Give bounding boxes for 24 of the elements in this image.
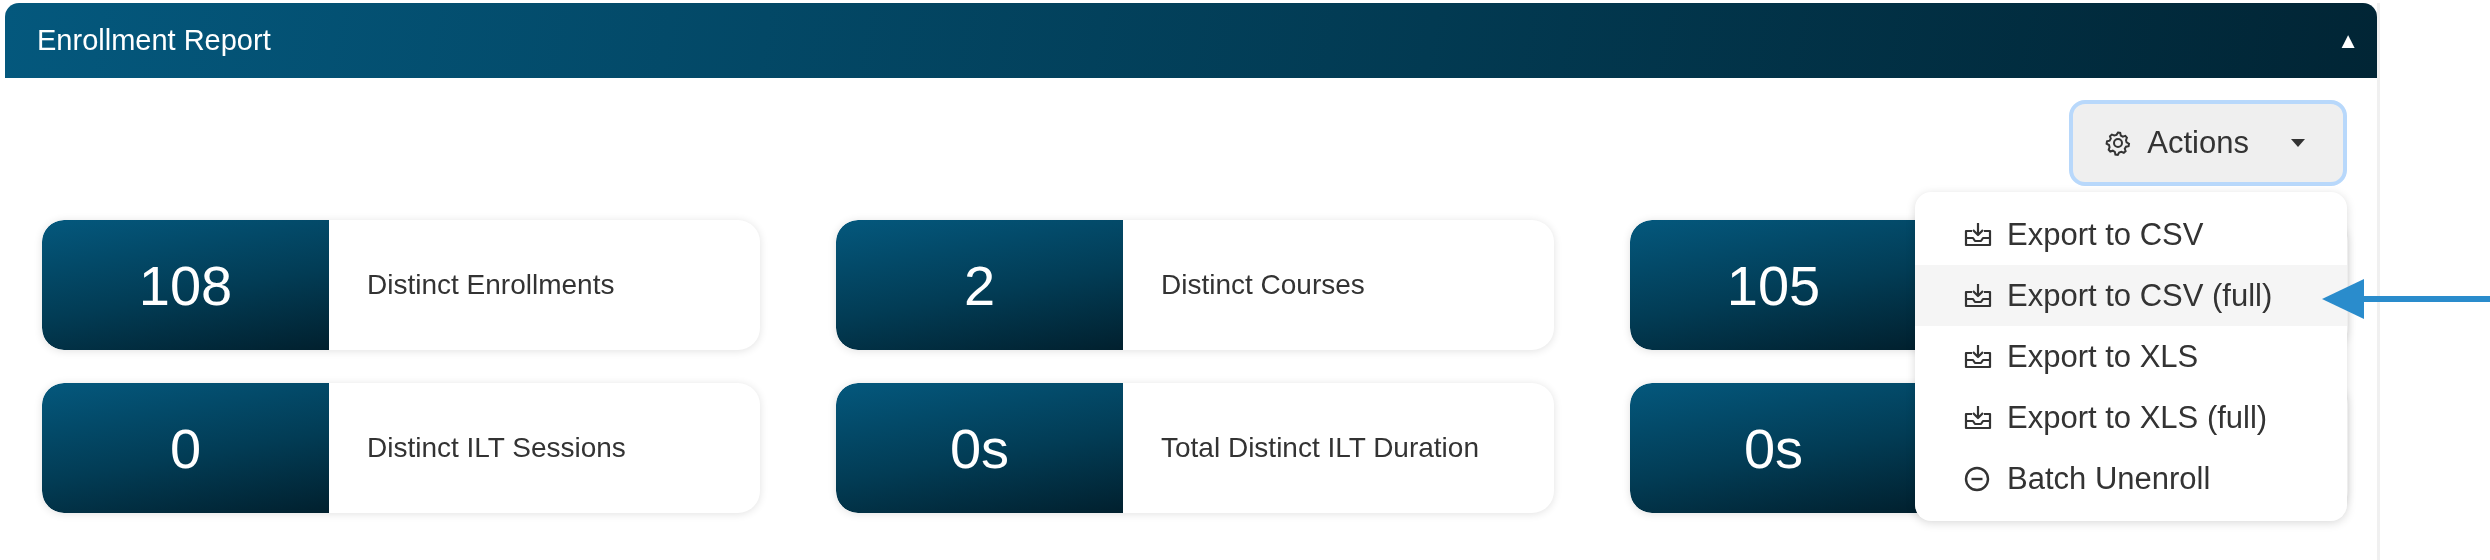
download-tray-icon [1963, 403, 1993, 432]
settings-icon [2105, 130, 2132, 156]
collapse-toggle[interactable]: ▲ [2337, 27, 2359, 54]
stat-value: 105 [1726, 252, 1821, 318]
actions-button[interactable]: Actions [2069, 100, 2347, 186]
stat-value: 0 [169, 415, 202, 481]
menu-item[interactable]: Export to CSV [1915, 204, 2347, 265]
stat-label: Distinct Courses [1161, 269, 1365, 301]
stat-label: Total Distinct ILT Duration [1161, 432, 1479, 464]
stat-label: Distinct Enrollments [367, 269, 615, 301]
stat-value: 2 [963, 252, 996, 318]
menu-item[interactable]: Export to XLS [1915, 326, 2347, 387]
download-tray-icon [1963, 220, 1993, 249]
stat-value: 0s [949, 415, 1010, 481]
stat-label: Distinct ILT Sessions [367, 432, 626, 464]
download-tray-icon [1963, 342, 1993, 371]
menu-item[interactable]: Export to CSV (full) [1915, 265, 2347, 326]
panel-title: Enrollment Report [37, 24, 271, 57]
menu-item[interactable]: Batch Unenroll [1915, 448, 2347, 509]
download-tray-icon [1963, 281, 1993, 310]
caret-icon [2291, 139, 2305, 147]
stat-value: 0s [1743, 415, 1804, 481]
menu-item[interactable]: Export to XLS (full) [1915, 387, 2347, 448]
stat-value: 108 [138, 252, 233, 318]
